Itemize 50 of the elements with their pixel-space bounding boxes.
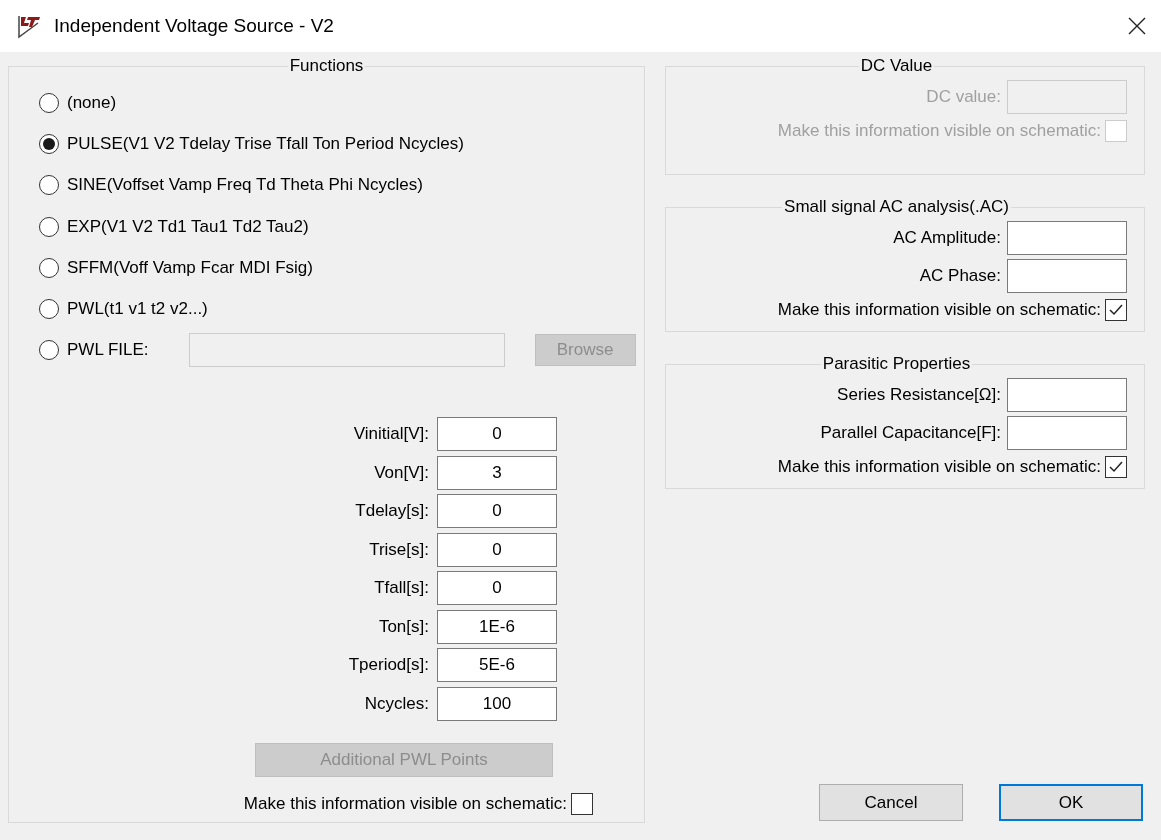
dialog-button[interactable]: Cancel bbox=[819, 784, 963, 821]
field-label: Ton[s]: bbox=[377, 616, 429, 637]
checkbox-label: Make this information visible on schematic: bbox=[243, 793, 567, 814]
checkbox-label: Make this information visible on schematic: bbox=[777, 300, 1101, 320]
checkbox-label: Make this information visible on schematic: bbox=[777, 457, 1101, 477]
input-field[interactable]: 0 bbox=[437, 571, 557, 606]
field-label: Parallel Capacitance[F]: bbox=[820, 423, 1001, 443]
checkbox[interactable] bbox=[571, 792, 593, 815]
field-label: Von[V]: bbox=[373, 462, 429, 483]
checkbox[interactable] bbox=[1105, 456, 1127, 478]
close-button[interactable] bbox=[1127, 16, 1147, 36]
group-title: Small signal AC analysis(.AC) bbox=[783, 197, 1010, 217]
field-label: Tfall[s]: bbox=[373, 578, 429, 599]
field-label: Trise[s]: bbox=[368, 539, 429, 560]
input-field[interactable]: 100 bbox=[437, 686, 557, 721]
group-title: DC Value bbox=[859, 56, 934, 76]
input-field[interactable] bbox=[1007, 416, 1127, 450]
input-field[interactable]: 0 bbox=[437, 494, 557, 529]
dialog-button[interactable]: OK bbox=[999, 784, 1143, 821]
checkbox-label: Make this information visible on schematic: bbox=[777, 121, 1101, 141]
input-field[interactable]: 3 bbox=[437, 455, 557, 490]
field-label: AC Phase: bbox=[919, 266, 1001, 286]
input-field[interactable]: 1E-6 bbox=[437, 609, 557, 644]
radio-option[interactable]: PWL(t1 v1 t2 v2...) bbox=[39, 299, 208, 320]
radio-option[interactable]: SFFM(Voff Vamp Fcar MDI Fsig) bbox=[39, 257, 313, 278]
field-label: AC Amplitude: bbox=[893, 228, 1001, 248]
radio-option[interactable]: SINE(Voffset Vamp Freq Td Theta Phi Ncycles) bbox=[39, 175, 423, 196]
field-label: Ncycles: bbox=[363, 693, 429, 714]
radio-option[interactable]: EXP(V1 V2 Td1 Tau1 Td2 Tau2) bbox=[39, 216, 309, 237]
input-field[interactable]: 0 bbox=[437, 532, 557, 567]
field-label: Series Resistance[Ω]: bbox=[837, 385, 1001, 405]
checkbox[interactable] bbox=[1105, 299, 1127, 321]
check-icon bbox=[1108, 459, 1124, 475]
check-icon bbox=[1108, 302, 1124, 318]
app-logo-icon bbox=[16, 13, 42, 39]
group-title: Functions bbox=[288, 56, 365, 76]
input-field[interactable] bbox=[1007, 221, 1127, 255]
input-field[interactable]: 0 bbox=[437, 417, 557, 452]
group-title: Parasitic Properties bbox=[821, 354, 972, 374]
radio-option[interactable]: (none) bbox=[39, 92, 117, 113]
field-label: Vinitial[V]: bbox=[352, 424, 429, 445]
input-field[interactable] bbox=[1007, 259, 1127, 293]
field-label: Tdelay[s]: bbox=[354, 501, 429, 522]
radio-option[interactable]: PULSE(V1 V2 Tdelay Trise Tfall Ton Period Ncycles) bbox=[39, 133, 464, 154]
input-field[interactable]: 5E-6 bbox=[437, 648, 557, 683]
input-field[interactable] bbox=[1007, 378, 1127, 412]
radio-option[interactable]: PWL FILE: bbox=[39, 340, 149, 361]
field-label: DC value: bbox=[926, 87, 1001, 107]
window-title: Independent Voltage Source - V2 bbox=[54, 15, 335, 37]
field-label: Tperiod[s]: bbox=[347, 655, 429, 676]
